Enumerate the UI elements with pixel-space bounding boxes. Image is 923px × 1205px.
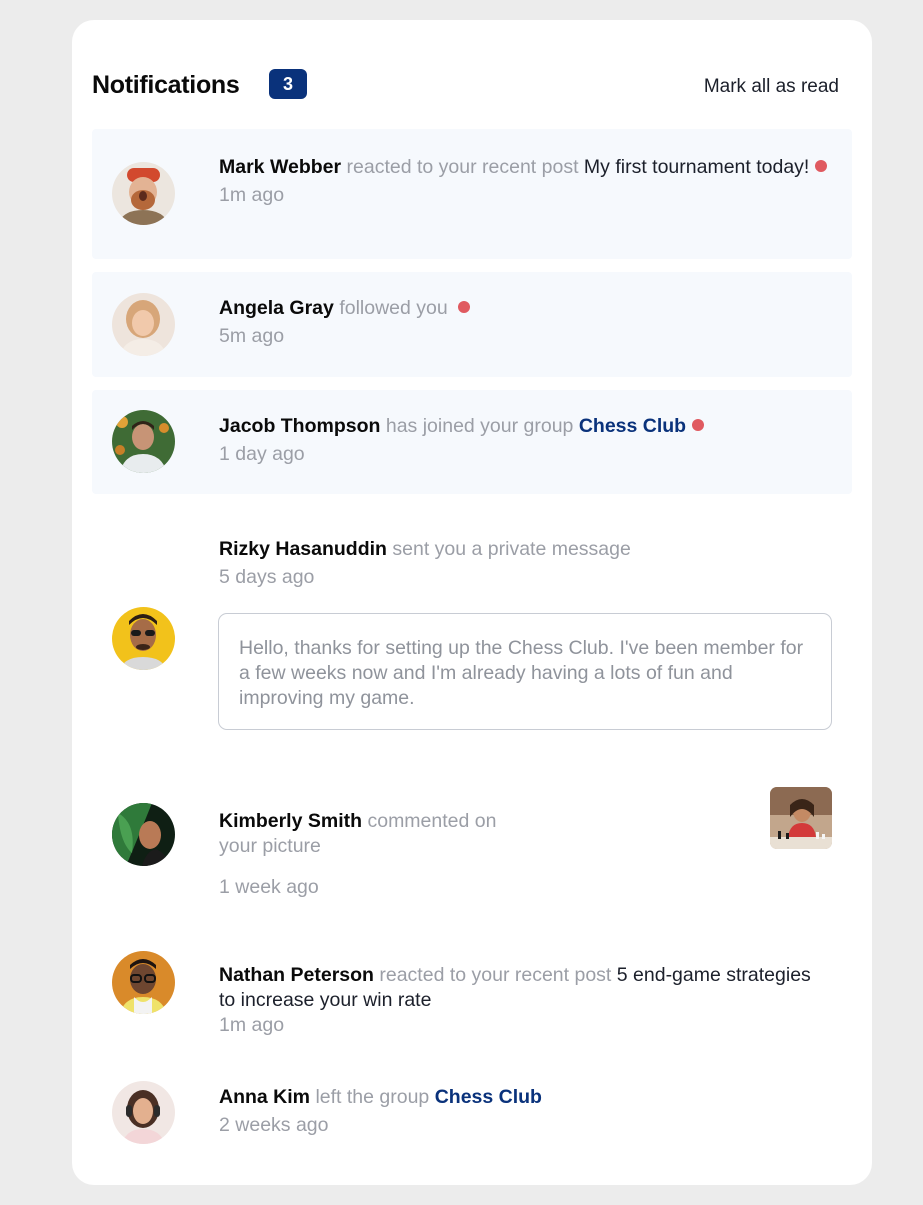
avatar[interactable]: [112, 607, 175, 670]
notifications-header: Notifications 3 Mark all as read: [92, 68, 852, 108]
private-message-preview[interactable]: Hello, thanks for setting up the Chess C…: [218, 613, 832, 730]
notification-item[interactable]: Angela Gray followed you 5m ago: [92, 272, 852, 377]
avatar-angela-gray-icon: [112, 293, 175, 356]
avatar-anna-kim-icon: [112, 1081, 175, 1144]
notification-content: Nathan Peterson reacted to your recent p…: [219, 963, 832, 1038]
notification-time: 1 week ago: [219, 876, 319, 898]
notification-content: Anna Kim left the group Chess Club 2 wee…: [219, 1085, 832, 1138]
notification-content: Mark Webber reacted to your recent post …: [219, 155, 832, 208]
notification-time: 5 days ago: [219, 566, 315, 588]
unread-dot-icon: [815, 160, 828, 172]
avatar-kimberly-smith-icon: [112, 803, 175, 866]
notification-content: Angela Gray followed you 5m ago: [219, 296, 832, 349]
notification-action: has joined your group: [385, 415, 574, 437]
chess-photo-icon: [770, 787, 832, 849]
notification-content: Rizky Hasanuddin sent you a private mess…: [219, 537, 832, 590]
notification-time: 1 day ago: [219, 443, 305, 465]
user-name[interactable]: Jacob Thompson: [219, 415, 380, 437]
page-title: Notifications: [92, 71, 240, 99]
notification-time: 1m ago: [219, 184, 285, 206]
notification-action: followed you: [339, 297, 448, 319]
avatar[interactable]: [112, 162, 175, 225]
notification-action: reacted to your recent post: [379, 964, 612, 986]
notifications-card: Notifications 3 Mark all as read Mark We…: [72, 20, 872, 1185]
user-name[interactable]: Angela Gray: [219, 297, 334, 319]
user-name[interactable]: Nathan Peterson: [219, 964, 374, 986]
notification-action: reacted to your recent post: [346, 156, 579, 178]
avatar-mark-webber-icon: [112, 162, 175, 225]
unread-dot-icon: [692, 419, 705, 431]
commented-picture-thumbnail[interactable]: [770, 787, 832, 849]
group-link[interactable]: Chess Club: [435, 1086, 542, 1108]
notification-item[interactable]: Kimberly Smith commented on your picture…: [92, 787, 852, 900]
user-name[interactable]: Kimberly Smith: [219, 810, 362, 832]
notification-item[interactable]: Rizky Hasanuddin sent you a private mess…: [92, 510, 852, 740]
mark-all-read-button[interactable]: Mark all as read: [704, 76, 839, 98]
notification-item[interactable]: Anna Kim left the group Chess Club 2 wee…: [92, 1065, 852, 1160]
notification-time: 5m ago: [219, 325, 285, 347]
user-name[interactable]: Rizky Hasanuddin: [219, 538, 387, 560]
notification-time: 2 weeks ago: [219, 1114, 329, 1136]
user-name[interactable]: Mark Webber: [219, 156, 341, 178]
notification-item[interactable]: Jacob Thompson has joined your group Che…: [92, 390, 852, 494]
group-link[interactable]: Chess Club: [579, 415, 686, 437]
user-name[interactable]: Anna Kim: [219, 1086, 310, 1108]
avatar-nathan-peterson-icon: [112, 951, 175, 1014]
avatar[interactable]: [112, 803, 175, 866]
notification-action: left the group: [315, 1086, 430, 1108]
notification-item[interactable]: Mark Webber reacted to your recent post …: [92, 129, 852, 259]
avatar[interactable]: [112, 410, 175, 473]
notification-action: sent you a private message: [392, 538, 631, 560]
notification-content: Kimberly Smith commented on your picture…: [219, 809, 529, 900]
notification-item[interactable]: Nathan Peterson reacted to your recent p…: [92, 935, 852, 1040]
avatar[interactable]: [112, 1081, 175, 1144]
post-link[interactable]: My first tournament today!: [584, 156, 809, 178]
avatar[interactable]: [112, 293, 175, 356]
unread-count-badge: 3: [269, 69, 307, 99]
avatar-jacob-thompson-icon: [112, 410, 175, 473]
notification-content: Jacob Thompson has joined your group Che…: [219, 414, 832, 467]
avatar-rizky-hasanuddin-icon: [112, 607, 175, 670]
notification-time: 1m ago: [219, 1014, 285, 1036]
avatar[interactable]: [112, 951, 175, 1014]
unread-dot-icon: [457, 301, 470, 313]
